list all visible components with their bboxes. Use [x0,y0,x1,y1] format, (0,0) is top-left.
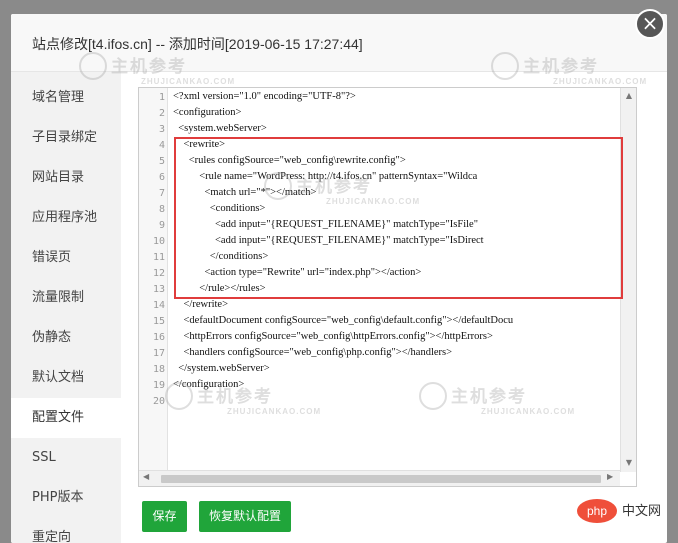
sidebar-item-redirect[interactable]: 重定向 [11,518,121,543]
dialog-title: 站点修改[t4.ifos.cn] -- 添加时间[2019-06-15 17:2… [32,36,363,52]
line-number: 15 [152,316,165,327]
watermark-subtext: ZHUJICANKAO.COM [141,77,236,86]
sidebar-item-error-page[interactable]: 错误页 [11,238,121,278]
code-line[interactable]: </system.webServer> [173,363,269,374]
highlight-annotation-box [174,137,623,299]
php-cn-brand-text: 中文网 [622,504,662,519]
php-logo-icon: php [577,499,617,523]
line-number: 7 [158,188,165,199]
watermark-text: 主机参考 [111,57,187,76]
code-line[interactable]: <defaultDocument configSource="web_confi… [173,315,514,326]
restore-default-config-button[interactable]: 恢复默认配置 [199,501,291,532]
sidebar-item-config-file[interactable]: 配置文件 [11,398,121,438]
code-line[interactable]: <system.webServer> [173,123,267,134]
sidebar-item-php-version[interactable]: PHP版本 [11,478,121,518]
line-number: 4 [158,140,165,151]
code-line[interactable]: <configuration> [173,107,241,118]
sidebar-item-app-pool[interactable]: 应用程序池 [11,198,121,238]
sidebar-item-rewrite[interactable]: 伪静态 [11,318,121,358]
code-line[interactable]: <handlers configSource="web_config\php.c… [173,347,453,358]
line-number: 19 [152,380,165,391]
watermark-logo-icon [419,382,447,410]
save-button[interactable]: 保存 [142,501,187,532]
line-number: 1 [158,92,165,103]
line-number: 13 [152,284,165,295]
line-number: 2 [158,108,165,119]
line-number: 9 [158,220,165,231]
sidebar-item-site-directory[interactable]: 网站目录 [11,158,121,198]
line-number: 6 [158,172,165,183]
line-number: 3 [158,124,165,135]
line-number: 16 [152,332,165,343]
watermark-logo-icon [491,52,519,80]
horizontal-scroll-thumb[interactable] [161,475,601,483]
scroll-up-icon[interactable]: ▲ [621,91,636,100]
watermark-logo-icon [79,52,107,80]
watermark-subtext: ZHUJICANKAO.COM [481,407,576,416]
settings-sidebar: 域名管理 子目录绑定 网站目录 应用程序池 错误页 流量限制 伪静态 默认文档 … [11,72,121,543]
scroll-down-icon[interactable]: ▼ [621,458,636,467]
line-number: 14 [152,300,165,311]
scroll-left-icon[interactable]: ◀ [143,472,149,481]
watermark-logo-icon [165,382,193,410]
watermark: 主机参考 ZHUJICANKAO.COM [451,382,575,416]
line-number: 20 [152,396,165,407]
sidebar-item-domain[interactable]: 域名管理 [11,78,121,118]
watermark: 主机参考 ZHUJICANKAO.COM [523,52,647,86]
sidebar-item-ssl[interactable]: SSL [11,438,121,478]
watermark: 主机参考 ZHUJICANKAO.COM [111,52,235,86]
line-number: 5 [158,156,165,167]
horizontal-scrollbar[interactable]: ◀ ▶ [139,470,620,486]
sidebar-item-traffic-limit[interactable]: 流量限制 [11,278,121,318]
sidebar-item-subdirectory[interactable]: 子目录绑定 [11,118,121,158]
watermark-text: 主机参考 [451,387,527,406]
code-line[interactable]: <httpErrors configSource="web_config\htt… [173,331,493,342]
scroll-right-icon[interactable]: ▶ [607,472,613,481]
line-number: 18 [152,364,165,375]
code-line[interactable]: <?xml version="1.0" encoding="UTF-8"?> [173,91,356,102]
watermark-subtext: ZHUJICANKAO.COM [227,407,322,416]
line-number: 8 [158,204,165,215]
watermark-text: 主机参考 [523,57,599,76]
watermark-subtext: ZHUJICANKAO.COM [553,77,648,86]
line-number: 10 [152,236,165,247]
line-number: 11 [152,252,165,263]
line-number: 12 [152,268,165,279]
watermark-text: 主机参考 [197,387,273,406]
line-number-gutter: 1 2 3 4 5 6 7 8 9 10 11 12 13 14 15 16 1… [139,88,168,486]
code-line[interactable]: </rewrite> [173,299,229,310]
watermark: 主机参考 ZHUJICANKAO.COM [197,382,321,416]
sidebar-item-default-doc[interactable]: 默认文档 [11,358,121,398]
close-icon[interactable]: × [635,9,665,39]
line-number: 17 [152,348,165,359]
